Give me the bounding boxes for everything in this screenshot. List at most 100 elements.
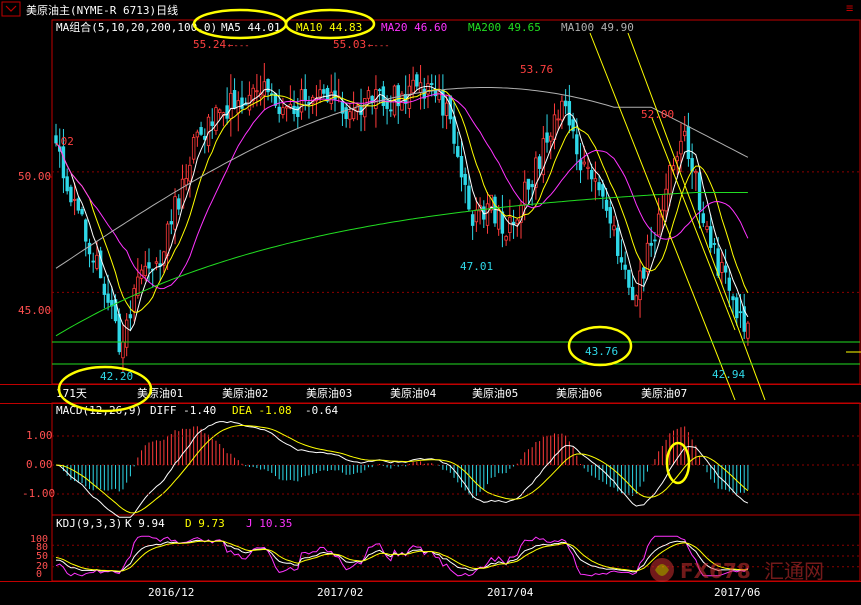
candle-body xyxy=(549,135,553,142)
candle-body xyxy=(284,106,289,109)
candle-body xyxy=(106,293,110,303)
candle-body xyxy=(668,165,672,195)
candle-body xyxy=(169,221,174,225)
contract-label-04: 美原油04 xyxy=(390,386,437,400)
candle-body xyxy=(589,170,594,180)
macd-legend-hist: -0.64 xyxy=(305,404,338,417)
candle-body xyxy=(467,185,471,210)
candle-body xyxy=(65,176,69,192)
candle-body xyxy=(694,170,698,174)
candle-body xyxy=(318,89,322,98)
x-tick-2017-02: 2017/02 xyxy=(317,586,363,599)
contract-label-03: 美原油03 xyxy=(306,386,352,400)
x-tick-2017-06: 2017/06 xyxy=(714,586,760,599)
candle-body xyxy=(712,243,717,245)
contract-label-07: 美原油07 xyxy=(641,386,687,400)
candle-body xyxy=(578,159,583,171)
candle-body xyxy=(80,209,84,215)
candle-body xyxy=(72,198,77,201)
candle-body xyxy=(727,277,732,291)
candle-body xyxy=(679,140,683,155)
candle-body xyxy=(430,83,434,86)
candle-body xyxy=(232,90,237,109)
candle-body xyxy=(537,156,542,169)
peak-label-5200: 52.00 xyxy=(641,108,674,121)
candle-body xyxy=(582,161,586,165)
candle-body xyxy=(746,322,750,339)
candle-body xyxy=(493,196,497,224)
candle-body xyxy=(616,227,620,256)
contract-label-06: 美原油06 xyxy=(556,386,602,400)
candle-body xyxy=(210,121,214,126)
peak-label-5376: 53.76 xyxy=(520,63,553,76)
candle-body xyxy=(738,311,743,314)
candle-body xyxy=(709,226,713,248)
candle-body xyxy=(456,146,460,157)
trough-label-4376: 43.76 xyxy=(585,345,618,358)
macd-legend-diff: DIFF -1.40 xyxy=(150,404,216,417)
candle-body xyxy=(552,114,557,140)
candle-body xyxy=(701,213,705,224)
candle-body xyxy=(214,107,218,131)
candle-body xyxy=(608,207,612,224)
watermark-brand: FX678 xyxy=(680,559,751,583)
candle-body xyxy=(656,213,661,236)
candle-body xyxy=(344,107,348,119)
candle-body xyxy=(147,262,151,269)
candle-body xyxy=(195,131,200,138)
candle-body xyxy=(117,313,121,353)
candle-body xyxy=(307,102,311,104)
candle-body xyxy=(735,297,739,319)
candle-body xyxy=(530,184,534,188)
peak-label-5524: 55.24 xyxy=(193,38,226,51)
contract-label-02: 美原油02 xyxy=(222,386,268,400)
candle-body xyxy=(433,90,438,97)
candle-body xyxy=(426,83,430,95)
contract-label-01: 美原油01 xyxy=(137,386,183,400)
watermark-cn: 汇通网 xyxy=(764,559,824,583)
candle-body xyxy=(124,319,129,348)
candle-body xyxy=(593,178,598,182)
svg-text:←---: ←--- xyxy=(368,41,390,51)
candle-body xyxy=(61,146,66,179)
macd-legend-dea: DEA -1.08 xyxy=(232,404,292,417)
candle-body xyxy=(281,107,285,115)
kdj-legend-k: K 9.94 xyxy=(125,517,165,530)
candle-body xyxy=(229,92,233,119)
ma-legend-ma20: MA20 46.60 xyxy=(381,21,447,34)
candle-body xyxy=(545,132,549,143)
candle-body xyxy=(496,208,501,230)
candle-body xyxy=(526,178,531,190)
candle-body xyxy=(671,165,676,171)
trough-label-4294: 42.94 xyxy=(712,368,745,381)
candle-body xyxy=(649,242,653,246)
candle-body xyxy=(556,118,560,121)
candle-body xyxy=(634,295,639,307)
x-tick-2017-04: 2017/04 xyxy=(487,586,534,599)
candle-body xyxy=(277,106,281,114)
candle-body xyxy=(642,267,646,279)
candle-body xyxy=(102,283,107,295)
candle-body xyxy=(515,219,519,225)
candle-body xyxy=(508,216,512,234)
candle-body xyxy=(132,288,136,312)
candle-body xyxy=(523,181,527,206)
candle-body xyxy=(303,89,307,102)
contract-label-05: 美原油05 xyxy=(472,386,518,400)
candle-body xyxy=(188,164,192,182)
candle-body xyxy=(601,184,605,197)
candle-body xyxy=(225,105,229,119)
ma-legend-ma10: MA10 44.83 xyxy=(296,21,362,34)
macd-y-tick-m1: -1.00 xyxy=(22,487,55,500)
candle-body xyxy=(262,81,267,96)
candle-body xyxy=(474,209,479,223)
candle-body xyxy=(69,186,73,203)
kdj-legend-d: D 9.73 xyxy=(185,517,225,530)
candle-body xyxy=(217,109,222,113)
candle-body xyxy=(95,254,99,269)
candle-body xyxy=(173,196,177,230)
candle-body xyxy=(563,100,568,107)
candle-body xyxy=(322,89,326,94)
price-chart[interactable]: 美原油主(NYME-R 6713)日线 ≡ MA组合(5,10,20,200,1… xyxy=(0,0,861,605)
candle-body xyxy=(485,203,490,226)
